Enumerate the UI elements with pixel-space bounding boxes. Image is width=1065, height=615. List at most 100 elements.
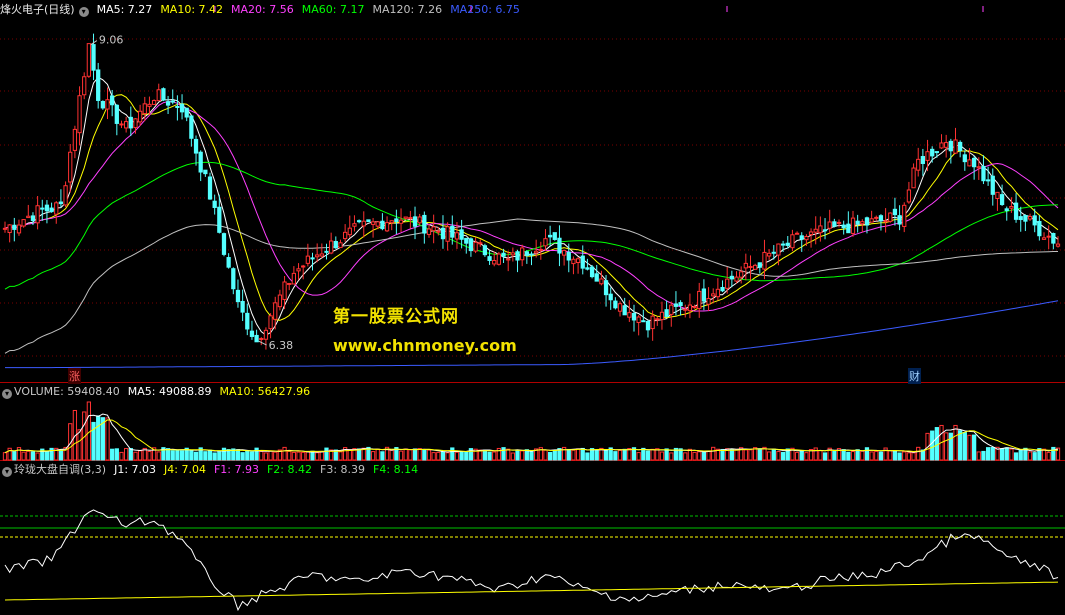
volume-bar [832, 450, 837, 461]
volume-bar [12, 451, 17, 461]
candle-up [561, 249, 567, 256]
candle-down [1032, 215, 1037, 226]
volume-bar [580, 447, 585, 461]
candle-up [445, 226, 450, 242]
candle-up [706, 297, 711, 305]
candle-up [408, 217, 413, 220]
volume-bar [878, 451, 884, 461]
candle-up [687, 304, 693, 312]
candle-up [361, 220, 366, 227]
volume-bar [985, 447, 991, 461]
candle-up [850, 217, 856, 234]
volume-bar [603, 449, 609, 461]
volume-bar [315, 452, 320, 461]
volume-bar [86, 401, 91, 461]
candle-up [916, 158, 921, 171]
chart-canvas[interactable]: 9.06 6.38 [0, 0, 1065, 615]
candle-up [1046, 235, 1051, 238]
candle-down [1023, 214, 1028, 222]
volume-bar [571, 449, 576, 461]
volume-bar [156, 451, 161, 461]
candle-down [207, 176, 213, 200]
volume-bar [822, 452, 828, 461]
candle-up [1055, 243, 1061, 247]
candle-up [902, 204, 907, 227]
volume-bar [96, 415, 101, 461]
volume-bar [398, 450, 404, 461]
candle-down [771, 251, 776, 254]
candle-up [54, 202, 59, 215]
candle-up [347, 227, 352, 236]
volume-bar [179, 450, 185, 461]
candle-up [944, 142, 949, 148]
volume-bar [953, 424, 958, 461]
volume-bar [850, 451, 856, 461]
volume-bar [207, 449, 213, 461]
candle-down [934, 151, 939, 154]
candle-up [82, 76, 87, 96]
candle-up [72, 128, 78, 151]
volume-bar [119, 451, 124, 461]
candle-up [683, 308, 688, 311]
volume-bar [422, 449, 427, 461]
candle-up [734, 276, 739, 282]
candle-up [995, 191, 1000, 199]
volume-bar [780, 451, 786, 461]
volume-bar [459, 451, 464, 461]
candle-down [585, 267, 590, 270]
volume-bar [617, 449, 623, 461]
candle-up [599, 278, 604, 285]
volume-bar [976, 451, 981, 461]
candle-down [1051, 233, 1056, 244]
volume-bar [347, 449, 352, 461]
volume-bar [440, 451, 446, 461]
volume-bar [645, 450, 651, 461]
volume-bar [310, 450, 315, 461]
volume-bar [1041, 448, 1047, 461]
candle-up [151, 100, 157, 105]
candle-up [906, 189, 912, 203]
volume-bar [911, 452, 916, 461]
candle-down [468, 238, 474, 252]
candle-up [147, 103, 152, 107]
volume-bar [818, 450, 823, 461]
candle-up [291, 272, 297, 285]
volume-bar [245, 450, 250, 461]
candle-up [370, 221, 376, 225]
candle-up [2, 227, 8, 230]
volume-bar [799, 450, 804, 461]
volume-bar [841, 449, 846, 461]
volume-bar [412, 448, 418, 461]
candle-down [841, 224, 846, 229]
volume-bar [501, 447, 506, 461]
volume-bar [417, 448, 422, 461]
volume-bar [389, 449, 394, 461]
candle-down [930, 148, 935, 157]
volume-bar [990, 446, 995, 461]
candle-down [589, 266, 595, 278]
candle-up [77, 95, 82, 134]
candle-up [26, 215, 31, 219]
candle-down [972, 157, 977, 168]
candle-up [650, 315, 655, 330]
volume-bar [720, 448, 725, 461]
volume-bar [757, 448, 762, 461]
candle-up [86, 43, 91, 77]
candle-down [613, 300, 618, 309]
volume-bar [319, 451, 324, 461]
volume-bar [212, 452, 217, 461]
volume-bar [529, 451, 534, 461]
volume-bar [249, 451, 255, 461]
candle-up [156, 89, 161, 102]
candle-up [277, 294, 283, 308]
tag-right[interactable]: 财 [908, 368, 921, 384]
candle-up [813, 228, 818, 233]
candle-up [287, 282, 292, 285]
candle-up [296, 268, 301, 272]
volume-bar [1009, 448, 1014, 461]
candle-down [12, 224, 17, 230]
tag-left[interactable]: 涨 [68, 368, 81, 384]
volume-bar [1027, 451, 1033, 461]
candle-down [226, 257, 231, 268]
candle-down [110, 95, 115, 106]
